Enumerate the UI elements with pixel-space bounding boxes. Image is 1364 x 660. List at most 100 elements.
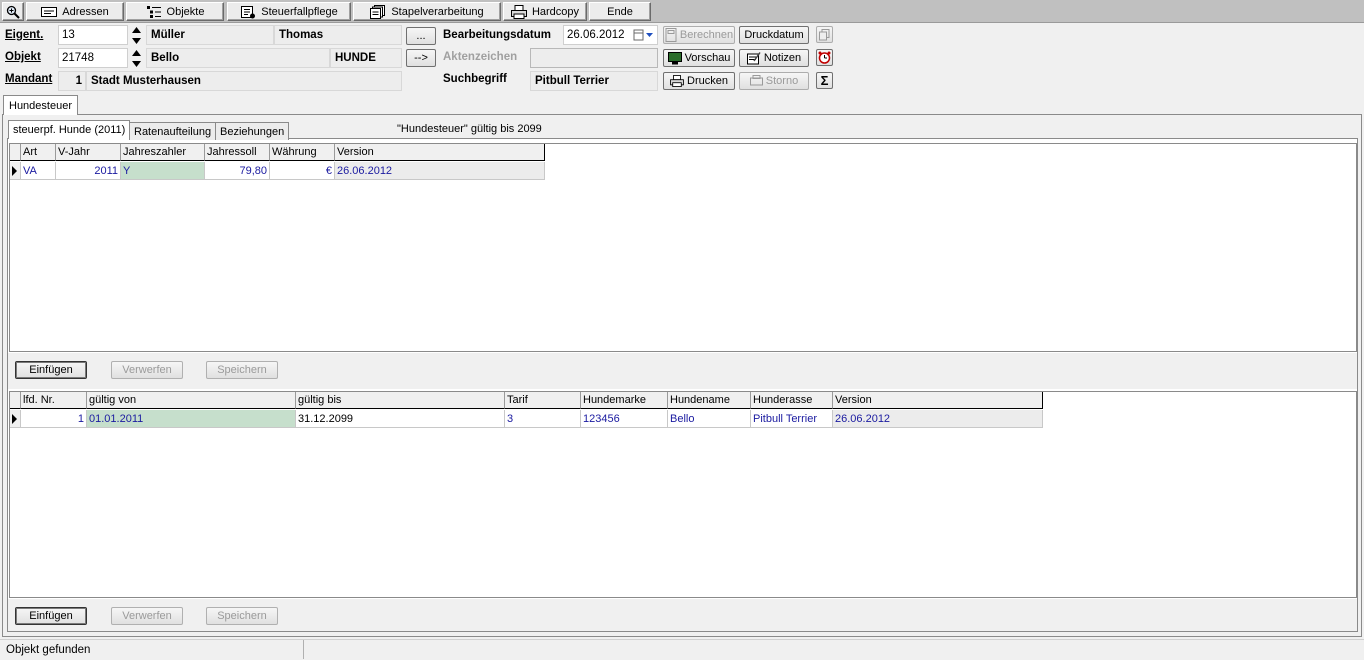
arrow-button[interactable]: --> — [406, 49, 436, 67]
einfuegen-button[interactable]: Einfügen — [15, 607, 87, 625]
eigent-firstname: Thomas — [274, 25, 402, 45]
vorschau-label: Vorschau — [684, 52, 731, 64]
grid2-cell-lfd[interactable]: 1 — [21, 410, 87, 428]
einfuegen-button[interactable]: Einfügen — [15, 361, 87, 379]
address-card-icon — [41, 6, 58, 17]
validity-note: "Hundesteuer" gültig bis 2099 — [397, 123, 542, 135]
grid2-header-version: Version — [833, 392, 1043, 409]
row-indicator-icon — [10, 162, 21, 180]
drucken-label: Drucken — [687, 75, 728, 87]
grid2-corner — [10, 392, 21, 409]
grid1-cell-vjahr[interactable]: 2011 — [56, 162, 121, 180]
sigma-icon: Σ — [820, 73, 829, 88]
grid2-cell-hunderasse[interactable]: Pitbull Terrier — [751, 410, 833, 428]
zoom-button[interactable] — [2, 2, 24, 21]
toolbar-label: Hardcopy — [531, 5, 580, 18]
aktenzeichen-input[interactable] — [530, 48, 658, 68]
vorschau-button[interactable]: Vorschau — [663, 49, 735, 67]
eigent-name: Müller — [146, 25, 274, 45]
grid2-cell-version[interactable]: 26.06.2012 — [833, 410, 1043, 428]
grid1-cell-jahreszahler[interactable]: Y — [121, 162, 205, 180]
grid1-header-jahressoll: Jahressoll — [205, 144, 270, 161]
grid2-header-tarif: Tarif — [505, 392, 581, 409]
table-row[interactable]: VA 2011 Y 79,80 € 26.06.2012 — [10, 162, 545, 180]
grid1-header-version: Version — [335, 144, 545, 161]
grid2-header-hundemarke: Hundemarke — [581, 392, 668, 409]
toolbar-button-adressen[interactable]: Adressen — [26, 2, 124, 21]
storno-button[interactable]: Storno — [739, 72, 809, 90]
suchbegriff-value: Pitbull Terrier — [530, 71, 658, 91]
grid2-header-gueltig-von: gültig von — [87, 392, 296, 409]
toolbar-button-objekte[interactable]: Objekte — [126, 2, 224, 21]
sum-button[interactable]: Σ — [816, 72, 833, 89]
toolbar-label: Adressen — [62, 5, 109, 18]
suchbegriff-label: Suchbegriff — [443, 73, 507, 85]
tax-case-icon — [241, 5, 256, 18]
tab-steuerpf-hunde[interactable]: steuerpf. Hunde (2011) — [8, 120, 131, 139]
objekt-input[interactable]: 21748 — [58, 48, 128, 68]
eigent-spinner[interactable] — [131, 25, 143, 46]
alarm-clock-icon — [818, 51, 831, 64]
ellipsis-button[interactable]: ... — [406, 27, 436, 45]
grid1-cell-jahressoll[interactable]: 79,80 — [205, 162, 270, 180]
speichern-button[interactable]: Speichern — [206, 361, 278, 379]
drucken-button[interactable]: Drucken — [663, 72, 735, 90]
toolbar-button-stapelverarbeitung[interactable]: Stapelverarbeitung — [353, 2, 501, 21]
eigent-input[interactable]: 13 — [58, 25, 128, 45]
grid1-cell-version[interactable]: 26.06.2012 — [335, 162, 545, 180]
berechnen-label: Berechnen — [679, 29, 734, 41]
grid1-cell-waehrung[interactable]: € — [270, 162, 335, 180]
grid1-header-jahreszahler: Jahreszahler — [121, 144, 205, 161]
storno-label: Storno — [765, 75, 799, 87]
grid2-cell-gueltig-von[interactable]: 01.01.2011 — [87, 410, 296, 428]
notizen-button[interactable]: Notizen — [739, 49, 809, 67]
copy-button[interactable] — [816, 26, 833, 43]
status-text: Objekt gefunden — [2, 640, 304, 659]
toolbar-button-steuerfallpflege[interactable]: Steuerfallpflege — [227, 2, 351, 21]
mandant-name: Stadt Musterhausen — [86, 71, 402, 91]
mandant-value: 1 — [58, 71, 86, 91]
objekt-spinner[interactable] — [131, 48, 143, 69]
spin-up-icon[interactable] — [131, 48, 142, 57]
calendar-icon[interactable] — [633, 29, 655, 41]
grid2-cell-hundename[interactable]: Bello — [668, 410, 751, 428]
magnifier-icon — [6, 5, 20, 19]
tab-beziehungen[interactable]: Beziehungen — [215, 122, 290, 140]
printer-icon — [510, 4, 527, 19]
objekt-name: Bello — [146, 48, 330, 68]
speichern-button[interactable]: Speichern — [206, 607, 278, 625]
grid1-cell-art[interactable]: VA — [21, 162, 56, 180]
tab-hundesteuer[interactable]: Hundesteuer — [3, 95, 78, 115]
eigent-label: Eigent. — [5, 29, 44, 41]
toolbar-label: Stapelverarbeitung — [391, 5, 484, 18]
toolbar-label: Objekte — [166, 5, 205, 18]
storno-icon — [749, 75, 763, 86]
toolbar-button-hardcopy[interactable]: Hardcopy — [503, 2, 587, 21]
row-indicator-icon — [10, 410, 21, 428]
toolbar-label: Ende — [607, 5, 633, 18]
grid2-cell-gueltig-bis[interactable]: 31.12.2099 — [296, 410, 505, 428]
spin-up-icon[interactable] — [131, 25, 142, 34]
druckdatum-button[interactable]: Druckdatum — [739, 26, 809, 44]
spin-down-icon[interactable] — [131, 60, 142, 69]
toolbar-label: Steuerfallpflege — [261, 5, 338, 18]
objekt-type: HUNDE — [330, 48, 402, 68]
verwerfen-button[interactable]: Verwerfen — [111, 361, 183, 379]
grid1-header-vjahr: V-Jahr — [56, 144, 121, 161]
notizen-label: Notizen — [763, 52, 802, 64]
grid2-cell-tarif[interactable]: 3 — [505, 410, 581, 428]
aktenzeichen-label: Aktenzeichen — [443, 51, 518, 63]
alarm-button[interactable] — [816, 49, 833, 66]
table-row[interactable]: 1 01.01.2011 31.12.2099 3 123456 Bello P… — [10, 410, 1043, 428]
verwerfen-button[interactable]: Verwerfen — [111, 607, 183, 625]
mandant-label: Mandant — [5, 73, 53, 85]
tab-ratenaufteilung[interactable]: Ratenaufteilung — [129, 122, 217, 140]
grid2-header-hunderasse: Hunderasse — [751, 392, 833, 409]
spin-down-icon[interactable] — [131, 37, 142, 46]
bearbeitungsdatum-input[interactable]: 26.06.2012 — [563, 25, 658, 45]
toolbar-button-ende[interactable]: Ende — [589, 2, 651, 21]
copy-icon — [819, 28, 830, 40]
grid2-cell-hundemarke[interactable]: 123456 — [581, 410, 668, 428]
bearbeitungsdatum-value: 26.06.2012 — [567, 29, 625, 41]
berechnen-button[interactable]: Berechnen — [663, 26, 735, 44]
